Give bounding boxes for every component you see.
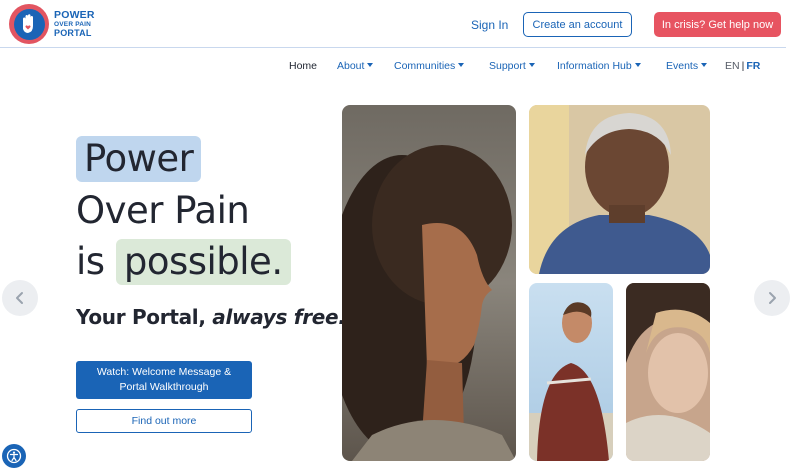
nav-item-label: Events <box>666 60 699 72</box>
nav-item-support[interactable]: Support <box>489 59 535 73</box>
nav-item-information-hub[interactable]: Information Hub <box>557 59 641 73</box>
create-account-button[interactable]: Create an account <box>523 12 632 37</box>
logo-wordmark: POWER OVER PAIN PORTAL <box>54 10 95 38</box>
logo-line-1: POWER <box>54 9 95 21</box>
hero-highlight-possible: possible. <box>115 239 291 285</box>
sign-in-link[interactable]: Sign In <box>471 18 508 32</box>
lang-fr-link[interactable]: FR <box>746 60 760 72</box>
accessibility-widget-button[interactable] <box>2 444 26 468</box>
hero-heading-line-3: is possible. <box>76 239 291 285</box>
chevron-down-icon <box>458 63 465 67</box>
lang-separator: | <box>741 60 745 72</box>
hero-highlight-power: Power <box>76 136 202 182</box>
lang-en-link[interactable]: EN <box>725 60 740 72</box>
nav-item-about[interactable]: About <box>337 59 374 73</box>
chevron-down-icon <box>701 63 708 67</box>
find-out-more-button[interactable]: Find out more <box>76 409 252 433</box>
watch-welcome-button[interactable]: Watch: Welcome Message & Portal Walkthro… <box>76 361 252 399</box>
header-divider <box>0 47 786 48</box>
carousel-prev-button[interactable] <box>2 280 38 316</box>
nav-item-label: Communities <box>394 60 456 72</box>
nav-item-communities[interactable]: Communities <box>394 59 465 73</box>
site-logo[interactable]: POWER OVER PAIN PORTAL <box>9 4 95 44</box>
nav-item-label: Information Hub <box>557 60 632 72</box>
hero-heading-line-1: Power <box>76 136 202 182</box>
chevron-down-icon <box>367 63 374 67</box>
chevron-left-icon <box>16 292 23 304</box>
tagline-italic: always free. <box>212 305 346 329</box>
chevron-right-icon <box>769 292 776 304</box>
nav-item-label: Support <box>489 60 526 72</box>
hero-photo-woman-profile <box>342 105 516 461</box>
crisis-help-button[interactable]: In crisis? Get help now <box>654 12 781 37</box>
nav-item-label: About <box>337 60 365 72</box>
hero-photo-older-man <box>529 105 710 274</box>
accessibility-icon <box>6 448 22 464</box>
nav-item-label: Home <box>289 60 318 72</box>
main-nav: Home About Communities Support Informati… <box>0 59 792 73</box>
nav-item-home[interactable]: Home <box>289 59 317 73</box>
hero-word-is: is <box>76 240 105 283</box>
carousel-next-button[interactable] <box>754 280 790 316</box>
language-switcher: EN | FR <box>725 59 760 73</box>
nav-item-events[interactable]: Events <box>666 59 708 73</box>
hand-heart-icon <box>9 4 49 44</box>
tagline-plain: Your Portal, <box>76 305 206 329</box>
hero-tagline: Your Portal, always free. <box>76 304 346 330</box>
hero-heading-line-2: Over Pain <box>76 189 250 232</box>
hero-photo-runner <box>529 283 613 461</box>
hero-photo-young-woman <box>626 283 710 461</box>
chevron-down-icon <box>528 63 535 67</box>
logo-line-3: PORTAL <box>54 28 92 38</box>
chevron-down-icon <box>634 63 641 67</box>
